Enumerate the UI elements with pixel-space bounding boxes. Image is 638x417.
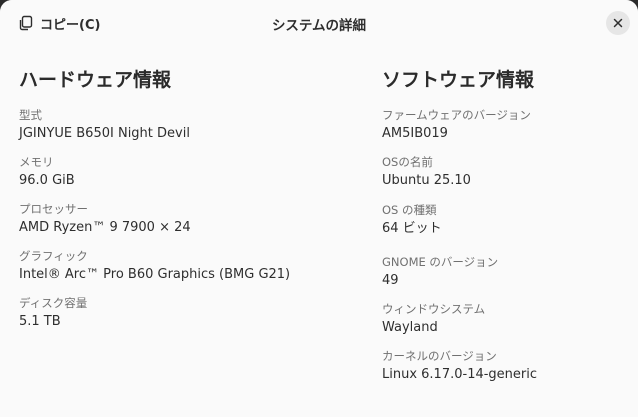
window-title: システムの詳細 <box>271 18 367 34</box>
field-label: ディスク容量 <box>19 296 88 310</box>
software-section-title: ソフトウェア情報 <box>382 69 535 91</box>
field-value: 96.0 GiB <box>19 173 75 188</box>
field-value: Linux 6.17.0-14-generic <box>382 367 538 382</box>
field-value: 49 <box>382 273 399 288</box>
hardware-section: ハードウェア情報 型式 JGINYUE B650I Night Devil メモ… <box>19 66 349 329</box>
field-label: OSの名前 <box>382 155 433 169</box>
field-kernel-version: カーネルのバージョン Linux 6.17.0-14-generic <box>382 348 537 384</box>
field-firmware-version: ファームウェアのバージョン AM5IB019 <box>382 107 531 143</box>
field-value: 64 ビット <box>382 221 442 236</box>
field-label: グラフィック <box>19 249 88 263</box>
field-value: JGINYUE B650I Night Devil <box>19 126 190 141</box>
field-memory: メモリ 96.0 GiB <box>19 154 75 190</box>
field-label: ファームウェアのバージョン <box>382 108 531 122</box>
field-os-name: OSの名前 Ubuntu 25.10 <box>382 154 471 190</box>
field-label: GNOME のバージョン <box>382 255 499 269</box>
field-label: ウィンドウシステム <box>382 302 486 316</box>
field-value: AMD Ryzen™ 9 7900 × 24 <box>19 220 191 235</box>
field-gnome-version: GNOME のバージョン 49 <box>382 254 498 290</box>
field-label: メモリ <box>19 155 54 169</box>
field-window-system: ウィンドウシステム Wayland <box>382 301 485 337</box>
close-button[interactable] <box>606 11 630 35</box>
hardware-section-title: ハードウェア情報 <box>19 69 172 91</box>
field-value: AM5IB019 <box>382 126 448 141</box>
field-value: Ubuntu 25.10 <box>382 173 471 188</box>
close-icon <box>613 18 623 28</box>
header-bar: コピー(C) システムの詳細 <box>0 0 638 46</box>
field-label: 型式 <box>19 108 42 122</box>
field-processor: プロセッサー AMD Ryzen™ 9 7900 × 24 <box>19 201 191 237</box>
field-os-type: OS の種類 64 ビット <box>382 202 442 238</box>
system-details-window: コピー(C) システムの詳細 ハードウェア情報 型式 JGINYUE B650I… <box>0 0 638 417</box>
field-graphics: グラフィック Intel® Arc™ Pro B60 Graphics (BMG… <box>19 248 290 284</box>
field-disk-capacity: ディスク容量 5.1 TB <box>19 295 87 331</box>
field-model: 型式 JGINYUE B650I Night Devil <box>19 107 190 143</box>
field-label: プロセッサー <box>19 202 88 216</box>
field-label: カーネルのバージョン <box>382 349 497 363</box>
field-label: OS の種類 <box>382 203 437 217</box>
field-value: Wayland <box>382 320 438 335</box>
field-value: 5.1 TB <box>19 314 61 329</box>
software-section: ソフトウェア情報 ファームウェアのバージョン AM5IB019 OSの名前 Ub… <box>382 66 632 382</box>
field-value: Intel® Arc™ Pro B60 Graphics (BMG G21) <box>19 267 291 282</box>
